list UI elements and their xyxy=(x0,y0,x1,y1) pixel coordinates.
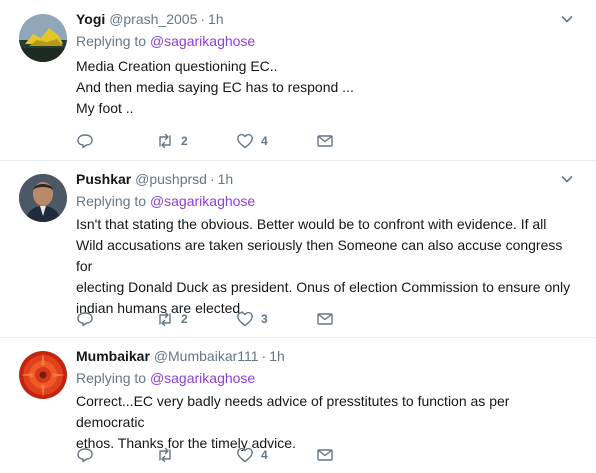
replying-to: Replying to @sagarikaghose xyxy=(76,368,255,388)
retweet-icon xyxy=(159,133,171,149)
retweet-button[interactable]: 2 xyxy=(156,131,188,151)
avatar[interactable] xyxy=(19,351,67,399)
tweet-header: Yogi @prash_2005 · 1h xyxy=(76,9,224,29)
avatar[interactable] xyxy=(19,14,67,62)
user-handle[interactable]: @Mumbaikar111 xyxy=(154,348,259,364)
like-button[interactable]: 4 xyxy=(236,131,268,151)
display-name[interactable]: Pushkar xyxy=(76,171,131,187)
tweet-line: Isn't that stating the obvious. Better w… xyxy=(76,216,547,232)
replying-to: Replying to @sagarikaghose xyxy=(76,31,255,51)
tweet-line: Media Creation questioning EC.. xyxy=(76,58,278,74)
envelope-icon xyxy=(317,313,333,325)
reply-button[interactable] xyxy=(76,131,94,151)
retweet-button[interactable] xyxy=(156,445,181,465)
retweet-count: 2 xyxy=(181,134,188,148)
separator-dot: · xyxy=(209,171,215,187)
reply-button[interactable] xyxy=(76,309,94,329)
envelope-icon xyxy=(317,449,333,461)
reply-button[interactable] xyxy=(76,445,94,465)
tweet-line: And then media saying EC has to respond … xyxy=(76,79,354,95)
tweet-actions: 2 3 xyxy=(76,309,356,329)
timestamp[interactable]: 1h xyxy=(269,348,285,364)
envelope-icon xyxy=(317,135,333,147)
tweet-line: Correct...EC very badly needs advice of … xyxy=(76,393,510,430)
replying-to-label: Replying to xyxy=(76,370,147,386)
tweet-header: Pushkar @pushprsd · 1h xyxy=(76,169,233,189)
tweet-yogi[interactable]: Yogi @prash_2005 · 1h Replying to @sagarik… xyxy=(0,0,596,161)
separator-dot: · xyxy=(261,348,267,364)
retweet-count: 2 xyxy=(181,312,188,326)
direct-message-button[interactable] xyxy=(316,309,334,329)
tweet-line: Wild accusations are taken seriously the… xyxy=(76,237,563,274)
chevron-down-icon[interactable] xyxy=(560,12,574,26)
heart-icon xyxy=(237,311,253,327)
chevron-down-icon[interactable] xyxy=(560,172,574,186)
heart-icon xyxy=(237,447,253,463)
mention-link[interactable]: @sagarikaghose xyxy=(150,370,255,386)
replying-to: Replying to @sagarikaghose xyxy=(76,191,255,211)
reply-icon xyxy=(77,448,93,463)
user-handle[interactable]: @pushprsd xyxy=(135,171,207,187)
heart-icon xyxy=(237,133,253,149)
separator-dot: · xyxy=(200,11,206,27)
user-handle[interactable]: @prash_2005 xyxy=(109,11,197,27)
tweet-text: Isn't that stating the obvious. Better w… xyxy=(76,214,581,319)
like-button[interactable]: 4 xyxy=(236,445,268,465)
tweet-header: Mumbaikar @Mumbaikar111 · 1h xyxy=(76,346,285,366)
tweet-text: Media Creation questioning EC.. And then… xyxy=(76,56,581,119)
display-name[interactable]: Mumbaikar xyxy=(76,348,150,364)
tweet-line: electing Donald Duck as president. Onus … xyxy=(76,279,571,295)
retweet-button[interactable]: 2 xyxy=(156,309,188,329)
retweet-icon xyxy=(159,447,171,463)
like-count: 4 xyxy=(261,134,268,148)
display-name[interactable]: Yogi xyxy=(76,11,105,27)
mention-link[interactable]: @sagarikaghose xyxy=(150,33,255,49)
direct-message-button[interactable] xyxy=(316,131,334,151)
reply-icon xyxy=(77,134,93,149)
retweet-icon xyxy=(159,311,171,327)
like-button[interactable]: 3 xyxy=(236,309,268,329)
tweet-actions: 2 4 xyxy=(76,131,356,151)
like-count: 4 xyxy=(261,448,268,462)
avatar[interactable] xyxy=(19,174,67,222)
like-count: 3 xyxy=(261,312,268,326)
timestamp[interactable]: 1h xyxy=(218,171,234,187)
timestamp[interactable]: 1h xyxy=(208,11,224,27)
direct-message-button[interactable] xyxy=(316,445,334,465)
tweet-line: My foot .. xyxy=(76,100,134,116)
replying-to-label: Replying to xyxy=(76,33,147,49)
replying-to-label: Replying to xyxy=(76,193,147,209)
reply-icon xyxy=(77,312,93,327)
mention-link[interactable]: @sagarikaghose xyxy=(150,193,255,209)
tweet-pushkar[interactable]: Pushkar @pushprsd · 1h Replying to @sagari… xyxy=(0,160,596,338)
tweet-actions: 4 xyxy=(76,445,356,465)
tweet-mumbaikar[interactable]: Mumbaikar @Mumbaikar111 · 1h Replying to @… xyxy=(0,337,596,473)
